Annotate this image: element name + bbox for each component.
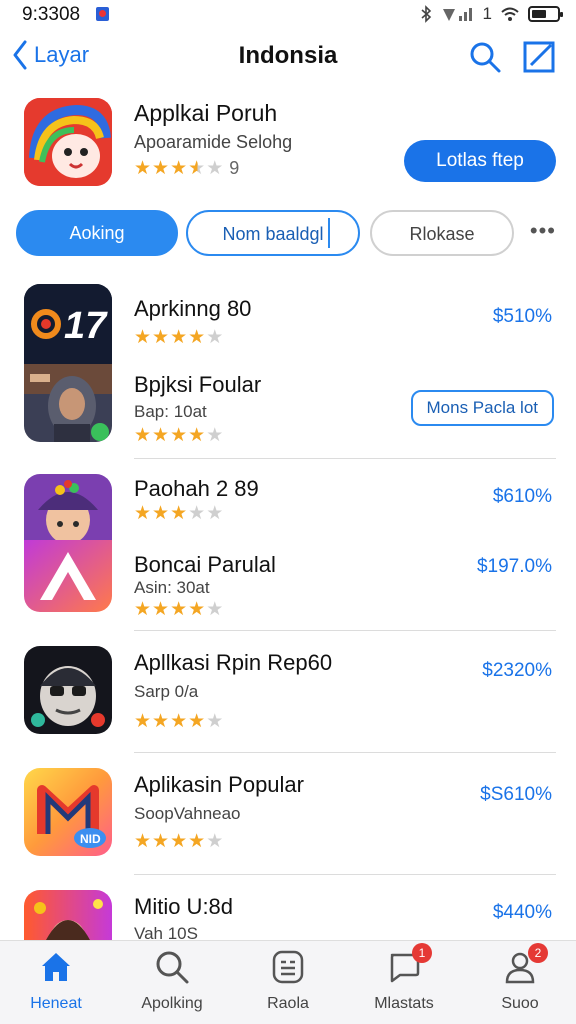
- filter-chip-1[interactable]: Aoking: [16, 210, 178, 256]
- app-title: Aprkinng 80: [134, 296, 252, 321]
- notification-badge: 2: [528, 943, 548, 963]
- app-icon: [24, 364, 112, 442]
- app-title: Mitio U:8d: [134, 894, 234, 919]
- featured-app-subtitle: Apoaramide Selohg: [134, 132, 293, 152]
- chat-icon: 1: [386, 943, 432, 985]
- app-price: $440%: [492, 902, 552, 923]
- app-icon: [24, 474, 112, 544]
- featured-app-icon: [24, 98, 112, 186]
- tab-apps[interactable]: Raola: [232, 949, 344, 1013]
- status-bar: 9:3308 1: [0, 0, 576, 30]
- star-rating: ★ ★ ★ ★ ★: [134, 831, 224, 852]
- filter-chip-2[interactable]: Nom baaldgl: [186, 210, 360, 256]
- nav-bar: Layar Indonsia: [0, 36, 576, 80]
- tab-home[interactable]: Heneat: [0, 949, 112, 1013]
- app-price: $2320%: [482, 660, 552, 681]
- tab-messages[interactable]: 1 Mlastats: [348, 943, 460, 1013]
- status-time: 9:3308: [22, 4, 81, 25]
- app-action-button[interactable]: Mons Pacla lot: [410, 390, 554, 426]
- app-price: $510%: [492, 306, 552, 327]
- featured-app[interactable]: Applkai Poruh Apoaramide Selohg ★ ★ ★ ★ ★ 9 …: [24, 98, 558, 190]
- rating-count: 9: [229, 158, 240, 178]
- signal-text: 1: [482, 4, 492, 23]
- status-indicators: 1: [419, 4, 563, 24]
- list-item[interactable]: NID Aplikasin Popular SoopVahneao ★ ★ ★ ★ ★ …: [24, 768, 556, 858]
- list-item[interactable]: Bpjksi Foular Bap: 10at ★ ★ ★ ★ ★ Mons Pacla…: [24, 364, 556, 446]
- filter-chip-3[interactable]: Rlokase: [370, 210, 514, 256]
- list-item[interactable]: 17 Aprkinng 80 ★ ★ ★ ★ ★ $510%: [24, 284, 556, 364]
- tab-label: Raola: [267, 995, 309, 1012]
- compose-icon[interactable]: [522, 40, 556, 74]
- search-icon: [154, 949, 190, 985]
- star-rating: ★ ★ ★ ★ ★: [134, 711, 224, 732]
- tab-label: Apolking: [141, 995, 203, 1012]
- profile-icon: 2: [502, 943, 548, 985]
- list-item[interactable]: Paohah 2 89 ★ ★ ★ ★ ★ $610%: [24, 474, 556, 544]
- star-rating: ★ ★ ★ ★ ★: [134, 425, 224, 446]
- divider: [134, 874, 556, 875]
- app-title: Paohah 2 89: [134, 476, 259, 501]
- app-title: Boncai Parulal: [134, 552, 276, 577]
- app-title: Apllkasi Rpin Rep60: [134, 650, 333, 675]
- chip-divider: [328, 218, 330, 248]
- app-price: $S610%: [480, 784, 552, 805]
- app-title: Aplikasin Popular: [134, 772, 304, 797]
- tab-bar: Heneat Apolking Raola 1 Mlastats 2 Suoo: [0, 940, 576, 1024]
- signal-icon: [442, 8, 472, 21]
- home-icon: [38, 949, 74, 985]
- tab-search[interactable]: Apolking: [116, 949, 228, 1013]
- star-rating: ★ ★ ★ ★ ★: [134, 158, 224, 179]
- app-icon: [24, 540, 112, 612]
- tab-profile[interactable]: 2 Suoo: [464, 943, 576, 1013]
- wifi-icon: [501, 7, 519, 21]
- divider: [134, 752, 556, 753]
- star-rating: ★ ★ ★ ★ ★: [134, 327, 224, 348]
- search-icon[interactable]: [468, 40, 502, 74]
- svg-text:17: 17: [64, 305, 108, 347]
- more-options-icon[interactable]: •••: [530, 218, 556, 244]
- star-rating: ★ ★ ★ ★ ★: [134, 503, 224, 524]
- battery-icon: [528, 6, 563, 22]
- bluetooth-icon: [421, 5, 431, 23]
- app-subtitle: Sarp 0/a: [134, 682, 199, 701]
- list-item[interactable]: Boncai Parulal Asin: 30at ★ ★ ★ ★ ★ $197.0%: [24, 540, 556, 620]
- filter-chips: Aoking Nom baaldgl Rlokase •••: [16, 210, 560, 258]
- featured-app-title: Applkai Poruh: [134, 100, 278, 126]
- notification-badge: 1: [412, 943, 432, 963]
- app-icon: [24, 646, 112, 734]
- featured-app-rating: ★ ★ ★ ★ ★ 9: [134, 158, 239, 179]
- filter-chip-2-label: Nom baaldgl: [222, 224, 324, 244]
- tab-label: Mlastats: [374, 995, 434, 1012]
- star-rating: ★ ★ ★ ★ ★: [134, 599, 224, 620]
- app-subtitle: Bap: 10at: [134, 402, 207, 421]
- app-price: $610%: [492, 486, 552, 507]
- apps-grid-icon: [270, 949, 306, 985]
- notification-flag-icon: [96, 7, 109, 21]
- app-icon: NID: [24, 768, 112, 856]
- app-price: $197.0%: [476, 556, 552, 577]
- app-subtitle: Asin: 30at: [134, 578, 210, 597]
- featured-get-button[interactable]: Lotlas ftep: [404, 140, 556, 182]
- tab-label: Suoo: [501, 995, 539, 1012]
- svg-text:NID: NID: [80, 832, 101, 846]
- tab-label: Heneat: [30, 995, 82, 1012]
- list-item[interactable]: Apllkasi Rpin Rep60 Sarp 0/a ★ ★ ★ ★ ★ $2320…: [24, 646, 556, 736]
- app-icon: 17: [24, 284, 112, 364]
- app-title: Bpjksi Foular: [134, 372, 262, 397]
- divider: [134, 458, 556, 459]
- app-subtitle: SoopVahneao: [134, 804, 241, 823]
- divider: [134, 630, 556, 631]
